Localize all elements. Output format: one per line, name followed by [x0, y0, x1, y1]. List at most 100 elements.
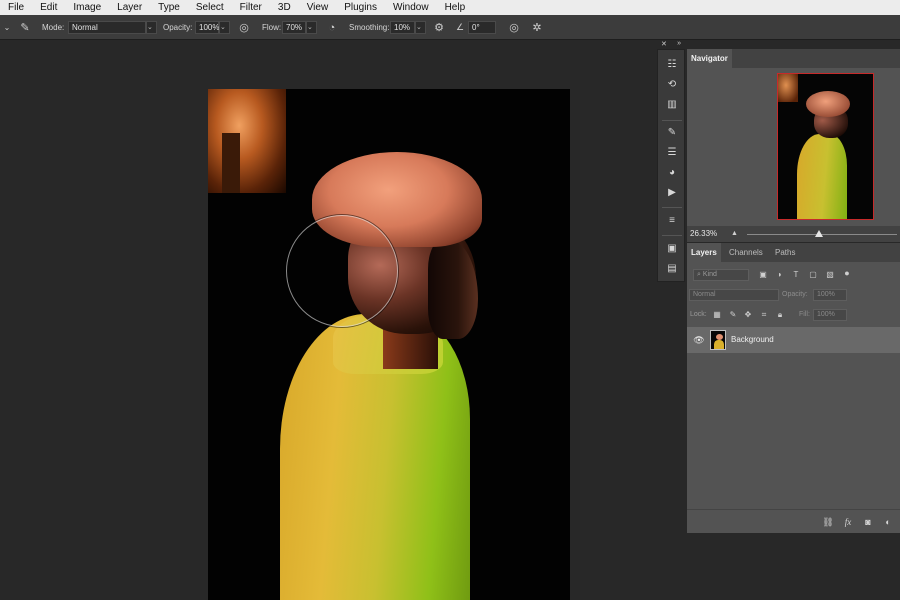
flow-label: Flow:	[262, 23, 282, 32]
layer-name[interactable]: Background	[731, 327, 774, 353]
shape-filter-icon[interactable]: ▢	[807, 269, 819, 281]
menu-plugins[interactable]: Plugins	[336, 0, 385, 15]
layer-thumbnail	[710, 330, 726, 350]
menu-edit[interactable]: Edit	[32, 0, 65, 15]
kind-filter-label: Kind	[702, 271, 717, 278]
new-fill-layer-icon[interactable]: ◐	[881, 516, 895, 528]
lock-transparency-icon[interactable]: ▦	[711, 309, 723, 321]
lock-artboard-icon[interactable]: ⌗	[758, 309, 770, 321]
notes-icon[interactable]: ▤	[658, 260, 686, 278]
fx-icon[interactable]: fx	[841, 516, 855, 528]
adjustments-icon[interactable]: ☷	[658, 56, 686, 74]
zoom-row: 26.33% ▲	[687, 226, 900, 242]
layer-row-background[interactable]: 👁︎ Background	[687, 327, 900, 353]
menu-file[interactable]: File	[0, 0, 32, 15]
mode-chevron-icon[interactable]: ⌄	[146, 21, 157, 34]
tab-channels[interactable]: Channels	[725, 243, 767, 262]
menu-window[interactable]: Window	[385, 0, 437, 15]
brush-presets-icon[interactable]: ☰	[658, 144, 686, 162]
fill-label: Fill:	[799, 311, 810, 318]
pressure-opacity-icon[interactable]: ◎	[237, 15, 251, 40]
add-mask-icon[interactable]: ◙	[861, 516, 875, 528]
tab-paths[interactable]: Paths	[771, 243, 799, 262]
angle-field[interactable]: 0°	[468, 21, 496, 34]
menu-3d[interactable]: 3D	[270, 0, 299, 15]
history-icon[interactable]: ⟲	[658, 76, 686, 94]
options-bar: ⌄ ✎ Mode: Normal ⌄ Opacity: 100% ⌄ ◎ Flo…	[0, 15, 900, 40]
type-filter-icon[interactable]: T	[790, 269, 802, 281]
symmetry-icon[interactable]: ✲	[530, 15, 544, 40]
menu-bar: File Edit Image Layer Type Select Filter…	[0, 0, 900, 15]
strip-divider	[662, 120, 682, 121]
layers-bottom-bar: ⛓︎ fx ◙ ◐	[687, 509, 900, 533]
info-icon[interactable]: ▣	[658, 240, 686, 258]
lock-label: Lock:	[690, 311, 707, 318]
zoom-out-icon[interactable]: ▲	[731, 226, 738, 242]
layers-tabs: Layers Channels Paths	[687, 243, 900, 262]
layer-opacity-field[interactable]: 100%	[813, 289, 847, 301]
menu-type[interactable]: Type	[150, 0, 188, 15]
background-light	[208, 89, 286, 193]
mode-label: Mode:	[42, 23, 65, 32]
layer-opacity-label: Opacity:	[782, 291, 808, 298]
panel-icon-strip: ☷ ⟲ ▥ ✎ ☰ ◕ ▶ ≡ ▣ ▤	[657, 49, 685, 282]
blend-mode-select[interactable]: Normal	[689, 289, 779, 301]
libraries-icon[interactable]: ▥	[658, 96, 686, 114]
menu-image[interactable]: Image	[65, 0, 109, 15]
blend-row: Normal Opacity: 100%	[687, 287, 900, 307]
properties-icon[interactable]: ≡	[658, 212, 686, 230]
mode-select[interactable]: Normal	[68, 21, 146, 34]
lock-image-icon[interactable]: ✎	[727, 309, 739, 321]
menu-select[interactable]: Select	[188, 0, 232, 15]
brush-settings-icon[interactable]: ✎	[658, 124, 686, 142]
menu-layer[interactable]: Layer	[109, 0, 150, 15]
airbrush-icon[interactable]: ◔	[325, 15, 339, 40]
menu-help[interactable]: Help	[437, 0, 474, 15]
flow-field[interactable]: 70%	[282, 21, 306, 34]
menu-filter[interactable]: Filter	[232, 0, 270, 15]
chevron-down-icon[interactable]: ⌄	[2, 15, 12, 40]
opacity-chevron-icon[interactable]: ⌄	[219, 21, 230, 34]
fill-field[interactable]: 100%	[813, 309, 847, 321]
close-icon[interactable]: ✕	[661, 40, 667, 49]
smoothing-chevron-icon[interactable]: ⌄	[415, 21, 426, 34]
zoom-slider-handle[interactable]	[815, 230, 823, 237]
preview-body	[797, 134, 847, 219]
layers-panel: Layers Channels Paths ⌕ Kind ▣ ◑ T ▢ ▧ ●…	[687, 243, 900, 533]
opacity-label: Opacity:	[163, 23, 193, 32]
opacity-field[interactable]: 100%	[195, 21, 219, 34]
background-doorway	[222, 133, 240, 193]
expand-icon[interactable]: »	[677, 40, 681, 49]
pixel-filter-icon[interactable]: ▣	[757, 269, 769, 281]
menu-view[interactable]: View	[299, 0, 337, 15]
brush-cursor	[286, 215, 398, 327]
filter-toggle-icon[interactable]: ●	[841, 267, 853, 279]
eye-icon[interactable]: 👁︎	[693, 334, 705, 346]
kind-filter-select[interactable]: ⌕ Kind	[693, 269, 749, 281]
brush-tool-icon[interactable]: ✎	[18, 15, 32, 40]
strip-divider	[662, 207, 682, 208]
gear-icon[interactable]: ⚙	[432, 15, 446, 40]
panel-collapse-bar[interactable]: ✕ »	[657, 40, 685, 49]
color-icon[interactable]: ◕	[658, 164, 686, 182]
thumb-body	[714, 340, 724, 349]
flow-chevron-icon[interactable]: ⌄	[306, 21, 317, 34]
smoothing-field[interactable]: 10%	[390, 21, 415, 34]
lock-position-icon[interactable]: ✥	[742, 309, 754, 321]
strip-divider	[662, 235, 682, 236]
smart-object-filter-icon[interactable]: ▧	[824, 269, 836, 281]
navigator-preview[interactable]	[777, 73, 874, 220]
lock-all-icon[interactable]: 🔒︎	[774, 309, 786, 321]
pressure-size-icon[interactable]: ◎	[507, 15, 521, 40]
actions-icon[interactable]: ▶	[658, 184, 686, 202]
layer-filter-row: ⌕ Kind ▣ ◑ T ▢ ▧ ●	[687, 267, 900, 287]
preview-light	[778, 74, 798, 102]
tab-navigator[interactable]: Navigator	[687, 49, 732, 68]
link-layers-icon[interactable]: ⛓︎	[821, 516, 835, 528]
tab-layers[interactable]: Layers	[687, 243, 721, 262]
zoom-value[interactable]: 26.33%	[690, 226, 717, 242]
adjustment-filter-icon[interactable]: ◑	[773, 269, 785, 281]
navigator-panel: Navigator 26.33% ▲	[687, 49, 900, 242]
document-canvas[interactable]	[208, 89, 570, 600]
angle-icon: ∠	[455, 22, 465, 32]
